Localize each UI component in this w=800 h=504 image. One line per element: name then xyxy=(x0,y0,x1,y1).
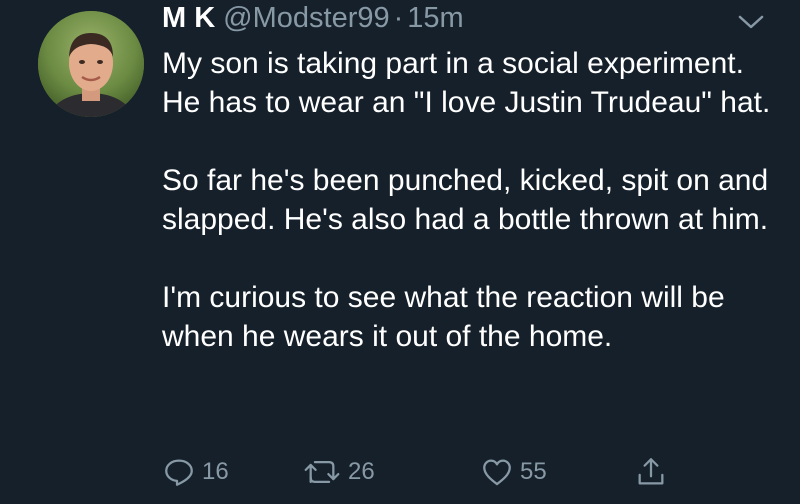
author-name[interactable]: M K xyxy=(162,2,215,35)
heart-icon xyxy=(483,459,511,486)
reply-count: 16 xyxy=(202,458,229,485)
reply-button[interactable]: 16 xyxy=(162,452,229,492)
retweet-button[interactable]: 26 xyxy=(302,452,375,492)
avatar[interactable] xyxy=(38,11,144,117)
tweet-header: M K @Modster99 · 15m xyxy=(162,2,464,38)
tweet-paragraph: My son is taking part in a social experi… xyxy=(162,47,771,119)
tweet-text: My son is taking part in a social experi… xyxy=(162,44,782,356)
reply-icon xyxy=(165,459,193,486)
timestamp[interactable]: 15m xyxy=(407,2,463,35)
tweet-paragraph: I'm curious to see what the reaction wil… xyxy=(162,281,725,353)
like-button[interactable]: 55 xyxy=(480,452,547,492)
retweet-count: 26 xyxy=(348,458,375,485)
chevron-down-icon[interactable] xyxy=(736,10,766,34)
tweet: M K @Modster99 · 15m My son is taking pa… xyxy=(0,0,800,504)
tweet-actions: 16 26 55 xyxy=(162,452,682,492)
tweet-paragraph: So far he's been punched, kicked, spit o… xyxy=(162,164,769,236)
author-handle[interactable]: @Modster99 xyxy=(223,2,389,35)
share-icon xyxy=(638,458,664,485)
like-count: 55 xyxy=(520,458,547,485)
retweet-icon xyxy=(304,460,340,484)
separator-dot: · xyxy=(393,2,404,34)
share-button[interactable] xyxy=(634,452,674,492)
